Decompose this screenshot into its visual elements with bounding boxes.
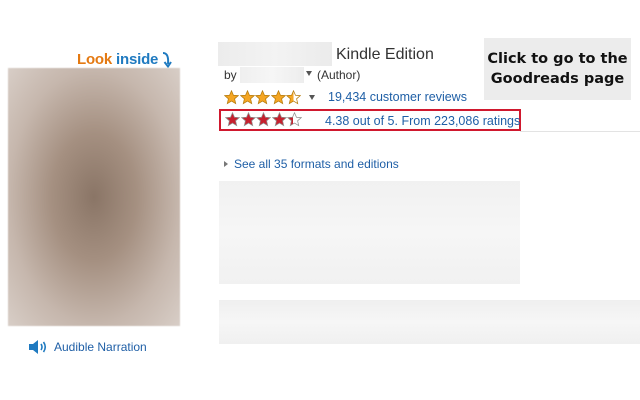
- audible-narration-link[interactable]: Audible Narration: [28, 339, 147, 355]
- amazon-star-icon: [224, 90, 239, 105]
- amazon-star-icon: [286, 90, 301, 105]
- amazon-star-icon: [239, 90, 255, 105]
- redacted-content-block: [219, 181, 520, 284]
- goodreads-star-icon: [225, 112, 240, 127]
- book-title-redacted: [218, 42, 332, 66]
- by-label: by: [224, 68, 237, 82]
- look-inside-link[interactable]: Look inside: [77, 51, 173, 68]
- tooltip-line-1: Click to go to the: [487, 51, 628, 67]
- author-role-label: (Author): [317, 68, 361, 82]
- see-all-formats-link[interactable]: See all 35 formats and editions: [224, 157, 399, 171]
- goodreads-star-icon: [287, 112, 302, 127]
- author-dropdown-caret-icon[interactable]: [306, 71, 312, 76]
- reviews-dropdown-caret-icon[interactable]: [309, 95, 315, 100]
- speaker-icon: [29, 340, 47, 354]
- goodreads-star-icon: [240, 112, 256, 127]
- audible-narration-label: Audible Narration: [54, 340, 147, 354]
- author-name-redacted[interactable]: [240, 67, 304, 83]
- redacted-description-block: [219, 300, 640, 344]
- book-cover-image[interactable]: [8, 68, 180, 326]
- amazon-star-icon: [270, 90, 286, 105]
- amazon-star-icon: [255, 90, 270, 105]
- curved-arrow-down-icon: [163, 51, 173, 68]
- look-inside-label-look: Look: [77, 51, 113, 68]
- divider-line: [520, 131, 640, 132]
- goodreads-star-rating: [225, 112, 303, 127]
- customer-reviews-link[interactable]: 19,434 customer reviews: [328, 90, 467, 104]
- look-inside-label-inside: inside: [116, 51, 159, 68]
- expand-triangle-icon: [224, 161, 228, 167]
- amazon-star-rating[interactable]: [224, 90, 302, 105]
- goodreads-rating-text[interactable]: 4.38 out of 5. From 223,086 ratings: [325, 114, 520, 128]
- see-all-formats-label: See all 35 formats and editions: [234, 157, 399, 171]
- goodreads-star-icon: [256, 112, 271, 127]
- goodreads-tooltip: Click to go to the Goodreads page: [484, 38, 631, 100]
- tooltip-line-2: Goodreads page: [490, 71, 625, 87]
- goodreads-star-icon: [271, 112, 287, 127]
- edition-label: Kindle Edition: [336, 46, 434, 63]
